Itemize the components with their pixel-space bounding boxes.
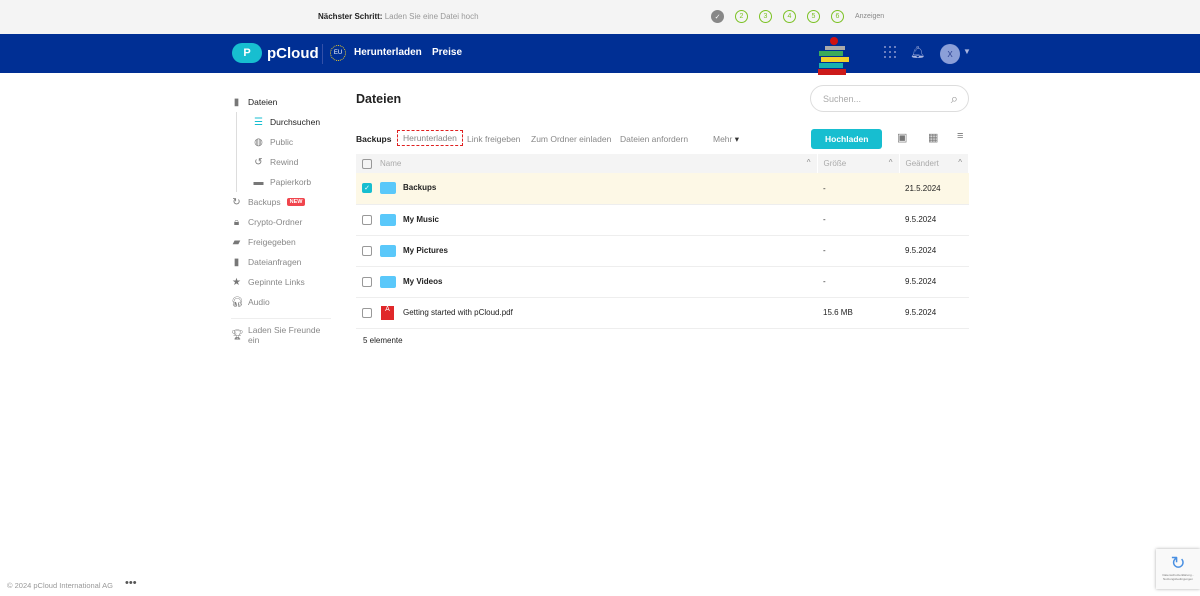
row-checkbox[interactable] xyxy=(362,307,372,318)
table-row[interactable]: My Videos -9.5.2024 xyxy=(356,266,969,298)
list-icon: ☰ xyxy=(254,116,263,128)
step-5[interactable]: 5 xyxy=(807,10,820,23)
sort-up-icon: ^ xyxy=(958,158,962,167)
recaptcha-icon: ↻ xyxy=(1170,553,1186,573)
backup-icon: ↻ xyxy=(232,196,241,208)
folder-icon xyxy=(380,244,396,257)
column-modified[interactable]: Geändert ^ xyxy=(899,154,969,173)
pcloud-logo[interactable]: PpCloud xyxy=(232,43,319,63)
step-2[interactable]: 2 xyxy=(735,10,748,23)
sidebar-item-files[interactable]: ▮ Dateien xyxy=(231,92,331,112)
sidebar-item-trash[interactable]: ▬ Papierkorb xyxy=(236,172,331,192)
search-input[interactable]: Suchen... ⌕ xyxy=(810,85,969,112)
apps-grid-icon[interactable] xyxy=(884,46,896,58)
star-icon: ★ xyxy=(232,276,241,288)
sidebar-item-requests[interactable]: ▮ Dateianfragen xyxy=(231,252,331,272)
item-count: 5 elemente xyxy=(363,336,403,345)
more-dots-icon[interactable]: ••• xyxy=(125,577,137,589)
chevron-down-icon: ▾ xyxy=(734,134,740,144)
select-all-checkbox[interactable] xyxy=(362,158,372,169)
sidebar-item-rewind[interactable]: ↺ Rewind xyxy=(236,152,331,172)
headphones-icon: 🎧︎ xyxy=(231,296,244,308)
step-3[interactable]: 3 xyxy=(759,10,772,23)
new-badge: NEW xyxy=(286,198,306,206)
sidebar-item-public[interactable]: ◍ Public xyxy=(236,132,331,152)
copyright: © 2024 pCloud International AG xyxy=(7,581,114,590)
onboarding-steps: ✓ 2 3 4 5 6 Anzeigen xyxy=(711,10,884,23)
recaptcha-badge[interactable]: ↻ Datenschutzerklärung - Nutzungsbedingun… xyxy=(1156,549,1200,589)
history-icon: ↺ xyxy=(254,156,263,168)
books-icon xyxy=(818,37,849,75)
sidebar-item-pinned[interactable]: ★ Gepinnte Links xyxy=(231,272,331,292)
next-step: Nächster Schritt: Laden Sie eine Datei h… xyxy=(318,12,479,21)
show-link[interactable]: Anzeigen xyxy=(855,13,884,20)
nav-download[interactable]: Herunterladen xyxy=(354,47,422,58)
upload-button[interactable]: Hochladen xyxy=(811,129,883,149)
folder-icon xyxy=(380,275,396,288)
sort-up-icon: ^ xyxy=(888,158,893,167)
divider xyxy=(231,318,331,319)
trash-icon: ▬ xyxy=(253,176,264,188)
sort-icon[interactable]: ≡ xyxy=(957,130,963,142)
new-folder-icon[interactable]: ▣ xyxy=(897,131,907,144)
step-1[interactable]: ✓ xyxy=(711,10,724,23)
pdf-icon: A xyxy=(381,305,394,320)
search-icon[interactable]: ⌕ xyxy=(951,91,958,107)
eu-icon: EU xyxy=(330,45,346,61)
selected-label: Backups xyxy=(356,134,392,144)
row-checkbox[interactable]: ✓ xyxy=(362,183,372,194)
onboarding-bar: Nächster Schritt: Laden Sie eine Datei h… xyxy=(0,0,1200,34)
invite-folder-button[interactable]: Zum Ordner einladen xyxy=(531,134,611,144)
column-name[interactable]: Name ^ xyxy=(356,154,818,173)
file-icon: ▮ xyxy=(233,96,240,108)
lock-icon: 🔒︎ xyxy=(233,216,240,228)
sidebar-item-shared[interactable]: ▰ Freigegeben xyxy=(231,232,331,252)
globe-icon: ◍ xyxy=(254,136,263,148)
sidebar-item-browse[interactable]: ☰ Durchsuchen xyxy=(236,112,331,132)
step-6[interactable]: 6 xyxy=(831,10,844,23)
sidebar: ▮ Dateien ☰ Durchsuchen ◍ Public ↺ Rewind ▬ P… xyxy=(231,92,331,345)
table-row[interactable]: A Getting started with pCloud.pdf 15.6 MB 9… xyxy=(356,297,969,329)
file-request-icon: ▮ xyxy=(233,256,240,268)
chevron-down-icon[interactable]: ▼ xyxy=(963,47,971,56)
step-4[interactable]: 4 xyxy=(783,10,796,23)
main-nav: PpCloud EU Herunterladen Preise 🔔︎ X ▼ xyxy=(0,34,1200,75)
cloud-icon: P xyxy=(232,43,262,63)
row-checkbox[interactable] xyxy=(362,276,372,287)
table-row[interactable]: ✓ Backups -21.5.2024 xyxy=(356,173,969,205)
column-size[interactable]: Größe ^ xyxy=(817,154,900,173)
folder-icon xyxy=(380,182,396,195)
sort-up-icon: ^ xyxy=(806,158,811,167)
sidebar-item-crypto[interactable]: 🔒︎ Crypto-Ordner xyxy=(231,212,331,232)
nav-pricing[interactable]: Preise xyxy=(432,47,462,58)
folder-icon xyxy=(380,213,396,226)
avatar[interactable]: X xyxy=(940,44,960,64)
row-checkbox[interactable] xyxy=(362,214,372,225)
download-button[interactable]: Herunterladen xyxy=(397,130,463,146)
sidebar-item-invite[interactable]: 🏆︎ Laden Sie Freunde ein xyxy=(231,325,331,345)
grid-view-icon[interactable]: ▦ xyxy=(928,131,938,144)
sidebar-item-backups[interactable]: ↻ Backups NEW xyxy=(231,192,331,212)
divider xyxy=(322,44,323,64)
shared-folder-icon: ▰ xyxy=(232,236,241,248)
request-files-button[interactable]: Dateien anfordern xyxy=(620,134,688,144)
table-row[interactable]: My Pictures -9.5.2024 xyxy=(356,235,969,267)
main-content: Dateien Suchen... ⌕ Backups Herunterladen… xyxy=(356,85,969,345)
share-link-button[interactable]: Link freigeben xyxy=(467,134,520,144)
table-row[interactable]: My Music -9.5.2024 xyxy=(356,204,969,236)
row-checkbox[interactable] xyxy=(362,245,372,256)
trophy-icon: 🏆︎ xyxy=(231,329,244,341)
sidebar-item-audio[interactable]: 🎧︎ Audio xyxy=(231,292,331,312)
more-button[interactable]: Mehr ▾ xyxy=(713,134,739,145)
toolbar: Backups Herunterladen Link freigeben Zum… xyxy=(356,129,969,150)
file-table: Name ^ Größe ^ Geändert ^ ✓ Backups -21.5.202… xyxy=(356,154,969,329)
bell-icon[interactable]: 🔔︎ xyxy=(910,45,925,59)
